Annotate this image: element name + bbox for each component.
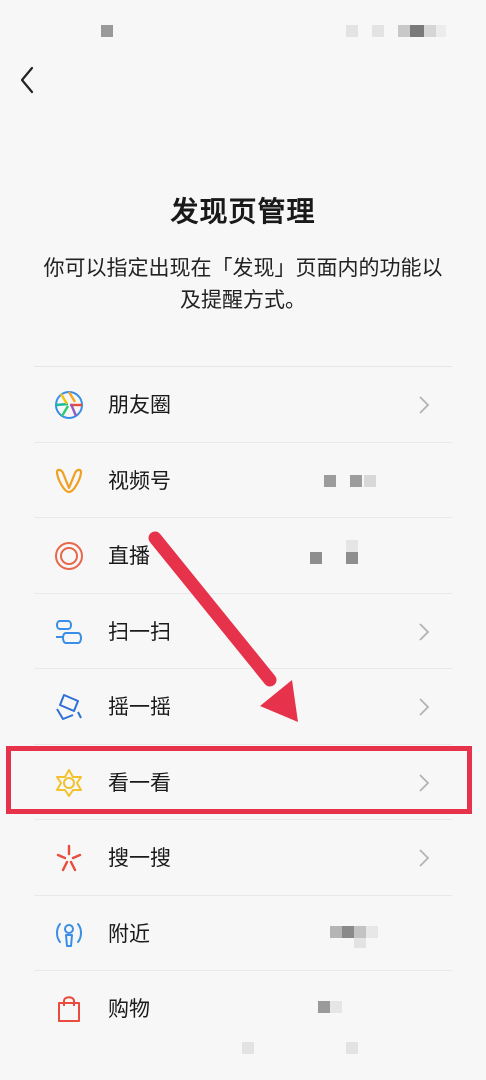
annotation-arrow	[148, 531, 298, 722]
